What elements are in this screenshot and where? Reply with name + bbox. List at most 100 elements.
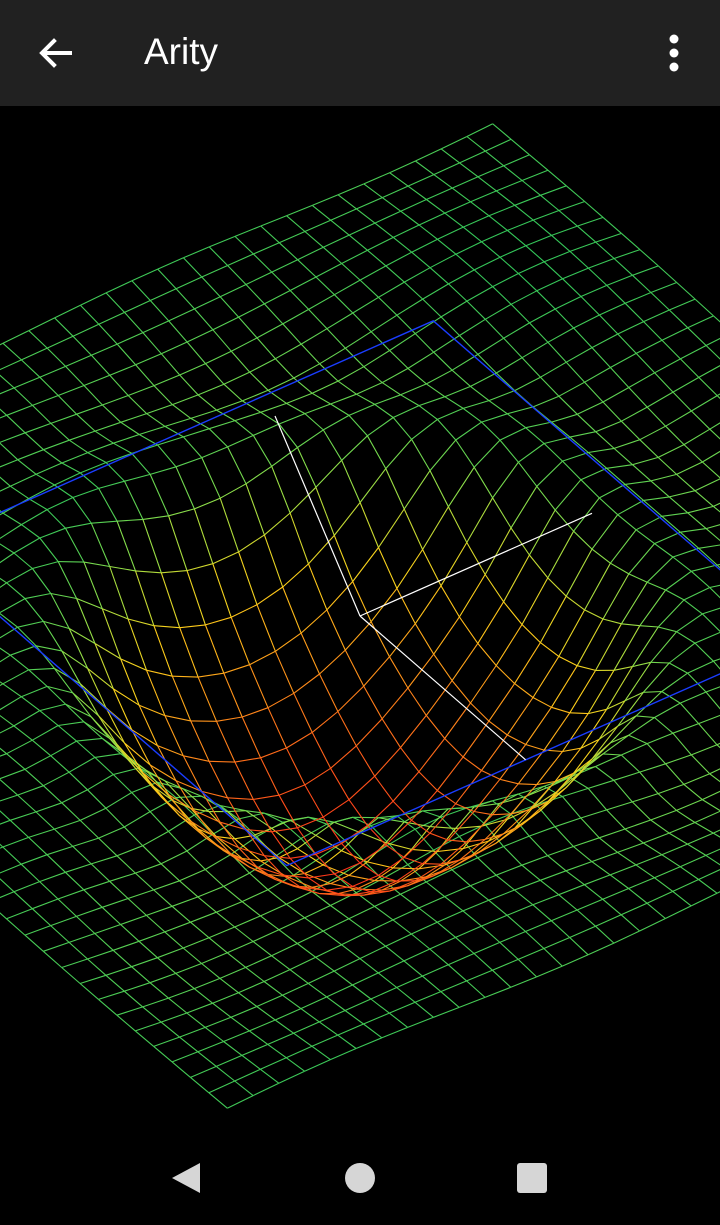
mesh-segment [440,148,460,164]
mesh-segment [440,300,468,318]
mesh-segment [363,183,383,199]
mesh-segment [24,768,44,787]
mesh-segment [389,172,409,187]
mesh-segment [565,361,586,383]
mesh-segment [215,721,236,763]
mesh-segment [263,969,291,982]
mesh-segment [381,687,409,720]
mesh-segment [348,234,368,251]
mesh-segment [293,693,313,733]
overflow-menu-button[interactable] [638,17,710,89]
mesh-segment [359,468,387,503]
mesh-segment [359,844,387,864]
graph-3d-view[interactable] [0,106,720,1130]
mesh-segment [333,970,353,986]
mesh-segment [691,744,718,756]
mesh-segment [98,488,118,522]
mesh-segment [506,904,534,916]
mesh-segment [514,879,541,891]
mesh-segment [635,854,663,866]
mesh-segment [536,965,563,978]
mesh-segment [2,512,22,526]
mesh-segment [507,734,526,745]
mesh-segment [646,406,666,427]
mesh-segment [227,810,246,813]
mesh-segment [98,826,125,839]
mesh-segment [602,618,622,625]
mesh-segment [230,1005,258,1018]
mesh-segment [518,261,545,275]
mesh-segment [414,585,442,625]
mesh-segment [289,290,309,310]
mesh-segment [462,910,482,927]
mesh-segment [333,821,361,834]
mesh-segment [149,972,176,984]
mesh-segment [304,905,331,919]
mesh-segment [407,174,435,187]
mesh-segment [639,425,666,441]
mesh-segment [160,863,180,882]
mesh-segment [374,905,394,921]
nav-back-button[interactable] [150,1144,222,1212]
mesh-segment [117,518,143,522]
mesh-segment [194,296,221,310]
mesh-segment [344,998,372,1012]
back-button[interactable] [20,17,92,89]
mesh-segment [326,885,353,891]
mesh-segment [624,291,652,304]
mesh-segment [444,212,464,228]
mesh-segment [702,799,720,812]
mesh-segment [219,977,239,994]
mesh-segment [0,342,4,346]
mesh-segment [300,328,328,345]
mesh-segment [499,778,519,785]
mesh-segment [2,836,29,848]
mesh-segment [713,832,720,838]
mesh-segment [76,740,96,758]
mesh-segment [477,857,497,876]
mesh-segment [39,881,59,900]
mesh-segment [422,506,449,550]
mesh-segment [495,665,515,684]
mesh-segment [94,421,121,432]
mesh-segment [451,187,471,203]
mesh-segment [208,246,228,266]
mesh-segment [76,404,103,415]
mesh-segment [124,300,151,313]
mesh-segment [32,898,59,910]
mesh-segment [0,442,19,461]
mesh-segment [0,794,18,802]
mesh-segment [216,716,243,722]
mesh-segment [0,891,15,899]
mesh-segment [307,563,328,611]
mesh-segment [10,473,37,487]
mesh-segment [186,570,206,626]
mesh-segment [657,783,685,795]
mesh-segment [705,848,720,856]
mesh-segment [105,974,125,992]
mesh-segment [591,861,611,876]
nav-recents-button[interactable] [496,1144,568,1212]
mesh-segment [631,626,659,667]
mesh-segment [617,851,637,866]
mesh-segment [83,721,110,739]
mesh-segment [131,957,158,968]
mesh-segment [407,1016,434,1028]
mesh-segment [370,314,398,333]
mesh-segment [654,877,674,892]
mesh-segment [355,745,376,777]
mesh-segment [573,497,600,532]
mesh-segment [326,328,346,349]
app-bar: Arity [0,0,720,106]
surface-plot [0,123,720,1109]
nav-home-button[interactable] [324,1144,396,1212]
mesh-segment [308,535,335,565]
mesh-segment [576,909,596,927]
mesh-segment [142,830,169,847]
mesh-segment [186,341,206,364]
mesh-segment [153,625,180,629]
mesh-segment [436,419,457,441]
mesh-segment [385,842,412,850]
mesh-segment [613,249,641,260]
mesh-segment [28,484,55,500]
